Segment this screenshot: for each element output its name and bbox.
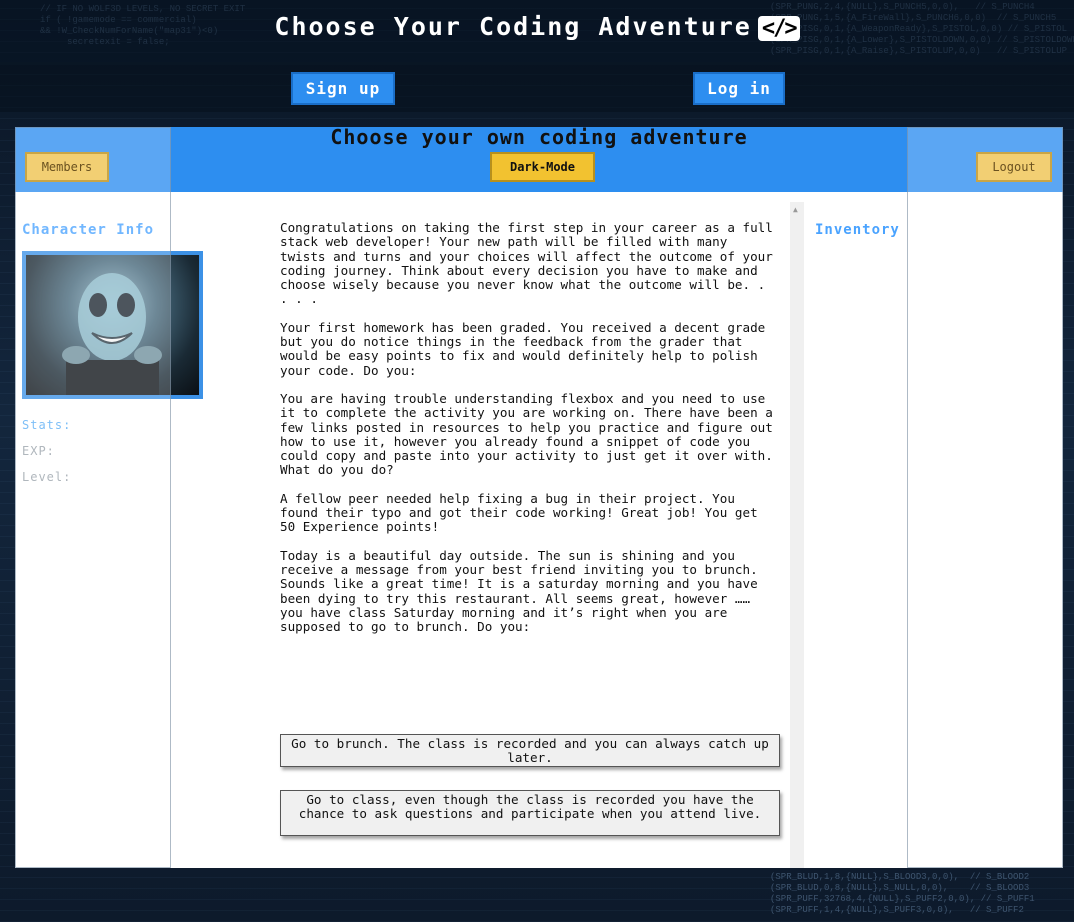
- scroll-up-icon[interactable]: ▲: [793, 205, 798, 214]
- story-paragraph: Your first homework has been graded. You…: [280, 319, 766, 378]
- choice-brunch-button[interactable]: Go to brunch. The class is recorded and …: [280, 734, 780, 767]
- auth-bar: [0, 62, 1074, 112]
- members-button[interactable]: Members: [25, 152, 109, 182]
- story-paragraph: A fellow peer needed help fixing a bug i…: [280, 490, 758, 535]
- site-title: Choose Your Coding Adventure </>: [0, 12, 1074, 41]
- story-scrollbar[interactable]: ▲: [790, 202, 804, 868]
- login-button[interactable]: Log in: [693, 72, 785, 105]
- signup-button[interactable]: Sign up: [291, 72, 395, 105]
- choice-class-button[interactable]: Go to class, even though the class is re…: [280, 790, 780, 836]
- background-code-bottom: (SPR_BLUD,1,8,{NULL},S_BLOOD3,0,0), // S…: [770, 872, 1035, 915]
- story-paragraph: Congratulations on taking the first step…: [280, 221, 773, 307]
- previous-button[interactable]: ❮Previous: [36, 488, 126, 506]
- next-button[interactable]: ❯Next: [952, 488, 1002, 506]
- story-paragraph: You are having trouble understanding fle…: [280, 390, 773, 478]
- inventory-heading: Inventory: [815, 222, 900, 238]
- site-title-text: Choose Your Coding Adventure: [274, 12, 752, 41]
- dark-mode-button[interactable]: Dark-Mode: [490, 152, 595, 182]
- panel-title: Choose your own coding adventure: [330, 125, 748, 149]
- logout-button[interactable]: Logout: [976, 152, 1052, 182]
- code-tag-icon: </>: [757, 16, 800, 41]
- story-paragraph: Today is a beautiful day outside. The su…: [280, 547, 758, 635]
